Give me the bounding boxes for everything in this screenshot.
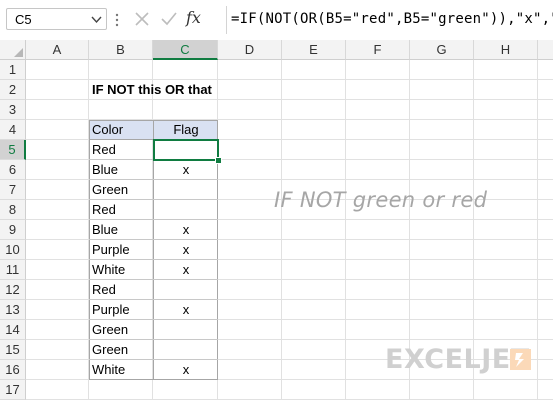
- color-cell[interactable]: Red: [92, 140, 116, 160]
- table-border: [89, 339, 218, 340]
- more-options-icon[interactable]: [114, 12, 120, 28]
- row-header-8[interactable]: 8: [0, 200, 26, 220]
- row-header-4[interactable]: 4: [0, 120, 26, 140]
- formula-input[interactable]: =IF(NOT(OR(B5="red",B5="green")),"x",""): [231, 11, 553, 27]
- row-header-2[interactable]: 2: [0, 80, 26, 100]
- row-header-16[interactable]: 16: [0, 360, 26, 380]
- table-border: [89, 299, 218, 300]
- column-header-d[interactable]: D: [218, 40, 282, 60]
- flag-cell[interactable]: x: [154, 220, 218, 240]
- row-header-12[interactable]: 12: [0, 280, 26, 300]
- flag-cell[interactable]: [154, 180, 218, 200]
- row-header-17[interactable]: 17: [0, 380, 26, 400]
- insert-function-icon[interactable]: fx: [186, 8, 201, 27]
- table-border: [89, 259, 218, 260]
- logo-mark-icon: [510, 349, 531, 370]
- formula-buttons: fx: [124, 8, 224, 32]
- color-cell[interactable]: Green: [92, 340, 128, 360]
- row-header-11[interactable]: 11: [0, 260, 26, 280]
- flag-cell[interactable]: [154, 200, 218, 220]
- flag-cell[interactable]: x: [154, 160, 218, 180]
- formula-bar-divider: [226, 6, 227, 34]
- row-header-1[interactable]: 1: [0, 60, 26, 80]
- gridline: [281, 60, 282, 400]
- column-header-c[interactable]: C: [153, 40, 218, 60]
- table-border: [89, 120, 218, 121]
- active-cell-selection[interactable]: [153, 139, 219, 161]
- flag-cell[interactable]: [154, 280, 218, 300]
- row-header-7[interactable]: 7: [0, 180, 26, 200]
- row-header-15[interactable]: 15: [0, 340, 26, 360]
- row-header-6[interactable]: 6: [0, 160, 26, 180]
- formula-bar: C5 fx =IF(NOT(OR(B5="red",B5="green")),"…: [0, 0, 553, 41]
- row-header-13[interactable]: 13: [0, 300, 26, 320]
- table-border: [89, 279, 218, 280]
- color-cell[interactable]: Green: [92, 320, 128, 340]
- flag-cell[interactable]: [154, 320, 218, 340]
- flag-cell[interactable]: x: [154, 260, 218, 280]
- color-cell[interactable]: Purple: [92, 240, 130, 260]
- header-flag[interactable]: Flag: [154, 120, 218, 140]
- name-box[interactable]: C5: [6, 8, 107, 30]
- cancel-icon[interactable]: [134, 11, 150, 27]
- gridline: [537, 60, 538, 400]
- sheet-title[interactable]: IF NOT this OR that: [92, 80, 212, 100]
- color-cell[interactable]: Red: [92, 200, 116, 220]
- fill-handle[interactable]: [215, 157, 222, 164]
- logo-text: EXCELJET: [385, 344, 530, 375]
- table-border: [89, 319, 218, 320]
- row-header-9[interactable]: 9: [0, 220, 26, 240]
- table-border: [89, 379, 218, 380]
- color-cell[interactable]: White: [92, 260, 125, 280]
- column-header-f[interactable]: F: [346, 40, 410, 60]
- column-header-a[interactable]: A: [26, 40, 89, 60]
- select-all-triangle-icon: [14, 48, 23, 57]
- color-cell[interactable]: White: [92, 360, 125, 380]
- color-cell[interactable]: Purple: [92, 300, 130, 320]
- table-border: [89, 179, 218, 180]
- name-box-value: C5: [15, 12, 32, 27]
- annotation-note: IF NOT green or red: [274, 188, 488, 212]
- row-header-14[interactable]: 14: [0, 320, 26, 340]
- row-header-3[interactable]: 3: [0, 100, 26, 120]
- color-cell[interactable]: Blue: [92, 160, 118, 180]
- column-header-b[interactable]: B: [89, 40, 153, 60]
- row-header-10[interactable]: 10: [0, 240, 26, 260]
- column-header-e[interactable]: E: [282, 40, 346, 60]
- table-border: [89, 219, 218, 220]
- flag-cell[interactable]: x: [154, 360, 218, 380]
- table-border: [89, 199, 218, 200]
- chevron-down-icon[interactable]: [91, 15, 102, 24]
- column-header-g[interactable]: G: [410, 40, 474, 60]
- color-cell[interactable]: Blue: [92, 220, 118, 240]
- gridline: [345, 60, 346, 400]
- color-cell[interactable]: Green: [92, 180, 128, 200]
- column-header-h[interactable]: H: [474, 40, 538, 60]
- flag-cell[interactable]: x: [154, 240, 218, 260]
- table-border: [89, 239, 218, 240]
- color-cell[interactable]: Red: [92, 280, 116, 300]
- select-all-button[interactable]: [0, 40, 26, 60]
- flag-cell[interactable]: x: [154, 300, 218, 320]
- table-border: [89, 359, 218, 360]
- row-header-5[interactable]: 5: [0, 140, 26, 160]
- enter-icon[interactable]: [160, 11, 178, 27]
- header-color[interactable]: Color: [92, 120, 123, 140]
- flag-cell[interactable]: [154, 340, 218, 360]
- column-header-i[interactable]: [538, 40, 553, 60]
